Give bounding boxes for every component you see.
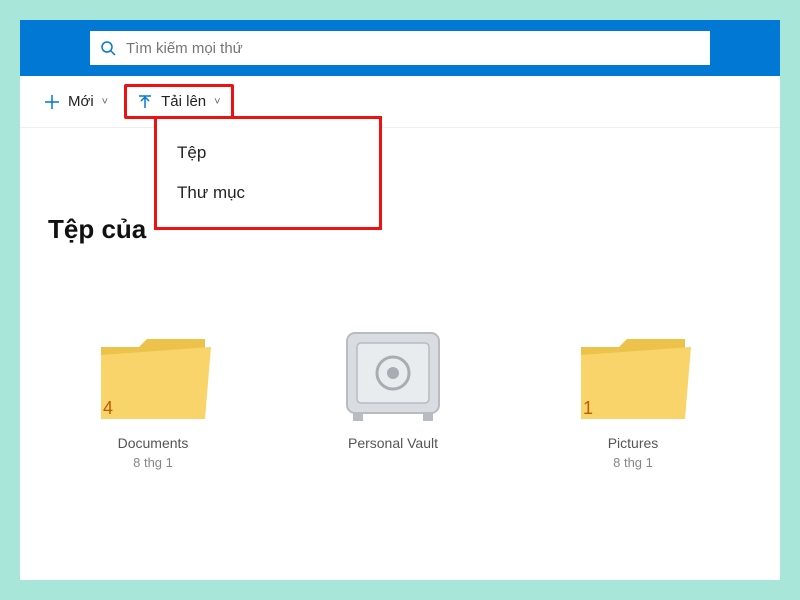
file-date: 8 thg 1 bbox=[558, 455, 708, 470]
upload-folder-option[interactable]: Thư mục bbox=[157, 173, 379, 213]
content-area: Tệp của 4 Documents 8 thg 1 bbox=[20, 128, 780, 500]
file-grid: 4 Documents 8 thg 1 Personal Vault bbox=[48, 325, 752, 470]
chevron-down-icon: ˅ bbox=[214, 96, 220, 108]
file-name: Pictures bbox=[558, 435, 708, 451]
search-input[interactable] bbox=[126, 40, 700, 57]
file-item-documents[interactable]: 4 Documents 8 thg 1 bbox=[78, 325, 228, 470]
badge-count: 4 bbox=[103, 398, 113, 419]
upload-file-option[interactable]: Tệp bbox=[157, 133, 379, 173]
folder-icon: 4 bbox=[93, 325, 213, 425]
badge-count: 1 bbox=[583, 398, 593, 419]
file-name: Personal Vault bbox=[318, 435, 468, 451]
new-button[interactable]: Mới ˅ bbox=[34, 87, 118, 116]
file-item-pictures[interactable]: 1 Pictures 8 thg 1 bbox=[558, 325, 708, 470]
command-bar: Mới ˅ Tải lên ˅ bbox=[20, 76, 780, 128]
upload-dropdown: Tệp Thư mục bbox=[154, 116, 382, 230]
folder-icon: 1 bbox=[573, 325, 693, 425]
new-label: Mới bbox=[68, 93, 94, 110]
upload-label: Tải lên bbox=[161, 93, 206, 110]
search-icon bbox=[100, 40, 116, 56]
search-box[interactable] bbox=[90, 31, 710, 65]
top-bar bbox=[20, 20, 780, 76]
file-name: Documents bbox=[78, 435, 228, 451]
chevron-down-icon: ˅ bbox=[102, 96, 108, 108]
file-item-personal-vault[interactable]: Personal Vault bbox=[318, 325, 468, 470]
file-date: 8 thg 1 bbox=[78, 455, 228, 470]
onedrive-window: Mới ˅ Tải lên ˅ Tệp của 4 Documents bbox=[20, 20, 780, 580]
vault-icon bbox=[333, 325, 453, 425]
upload-button[interactable]: Tải lên ˅ bbox=[124, 84, 233, 119]
plus-icon bbox=[44, 94, 60, 110]
upload-icon bbox=[137, 94, 153, 110]
